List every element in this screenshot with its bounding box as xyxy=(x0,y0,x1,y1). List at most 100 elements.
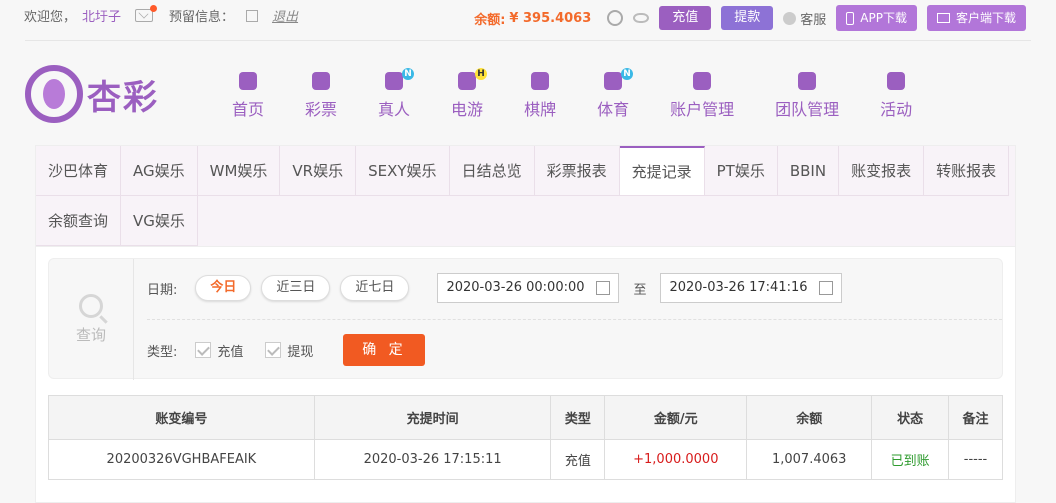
checkbox-icon xyxy=(195,342,212,358)
tab-13[interactable]: VG娱乐 xyxy=(121,196,198,246)
range-three-days[interactable]: 近三日 xyxy=(261,275,331,301)
type-label: 类型: xyxy=(147,344,178,360)
home-icon xyxy=(236,70,260,92)
search-title: 查询 xyxy=(49,259,134,380)
logo[interactable]: 杏彩 xyxy=(25,65,159,123)
tab-10[interactable]: 账变报表 xyxy=(839,146,925,196)
calendar-icon[interactable] xyxy=(819,281,834,295)
checkbox-icon xyxy=(265,342,282,358)
live-icon: N xyxy=(382,68,415,92)
tab-1[interactable]: AG娱乐 xyxy=(121,146,198,196)
tab-3[interactable]: VR娱乐 xyxy=(280,146,357,196)
column-header: 状态 xyxy=(871,395,950,440)
tab-6[interactable]: 彩票报表 xyxy=(534,146,620,196)
row-divider xyxy=(147,319,1002,320)
account-icon xyxy=(690,70,714,92)
type-row: 类型: 充值 提现 确 定 xyxy=(147,334,426,366)
username[interactable]: 北圩子 xyxy=(82,6,121,25)
recharge-button[interactable]: 充值 xyxy=(659,6,712,30)
nav-icon-shape xyxy=(531,72,550,90)
search-panel: 查询 日期: 今日 近三日 近七日 2020-03-26 00:00:00 至 … xyxy=(48,258,1003,380)
lottery-icon xyxy=(309,70,333,92)
start-date-input[interactable]: 2020-03-26 00:00:00 xyxy=(437,273,620,303)
nav-item-team[interactable]: 团队管理 xyxy=(775,70,839,120)
tab-11[interactable]: 转账报表 xyxy=(924,146,1010,196)
tab-12[interactable]: 余额查询 xyxy=(36,196,122,246)
nav-item-promo[interactable]: 活动 xyxy=(880,70,912,120)
to-label: 至 xyxy=(633,282,647,298)
end-date-input[interactable]: 2020-03-26 17:41:16 xyxy=(660,273,843,303)
nav-item-account[interactable]: 账户管理 xyxy=(670,70,734,120)
nav-icon-shape xyxy=(239,72,257,90)
notification-dot xyxy=(150,5,158,12)
nav-badge: N xyxy=(621,68,634,80)
edit-icon[interactable] xyxy=(246,9,259,22)
search-icon xyxy=(79,294,103,318)
logout-link[interactable]: 退出 xyxy=(272,6,298,25)
nav-label: 棋牌 xyxy=(524,100,557,119)
balance-value: ¥ 395.4063 xyxy=(509,10,592,26)
tab-5[interactable]: 日结总览 xyxy=(449,146,535,196)
app-download-button[interactable]: APP下载 xyxy=(836,5,917,31)
range-seven-days[interactable]: 近七日 xyxy=(340,275,410,301)
tab-4[interactable]: SEXY娱乐 xyxy=(356,146,450,196)
customer-service-link[interactable]: 客服 xyxy=(783,9,826,28)
type-withdraw-checkbox[interactable]: 提现 xyxy=(265,341,313,360)
tab-2[interactable]: WM娱乐 xyxy=(197,146,281,196)
nav-item-cards[interactable]: 棋牌 xyxy=(524,70,556,120)
divider xyxy=(25,40,1031,41)
start-date-value: 2020-03-26 00:00:00 xyxy=(446,280,585,295)
range-today[interactable]: 今日 xyxy=(195,275,252,301)
tab-7[interactable]: 充提记录 xyxy=(619,146,705,196)
nav-item-slots[interactable]: H 电游 xyxy=(451,68,488,120)
nav-icon-shape xyxy=(385,72,404,90)
mail-icon[interactable] xyxy=(135,5,158,22)
reserved-info-label: 预留信息： xyxy=(169,10,235,25)
nav-label: 真人 xyxy=(378,100,411,119)
tab-0[interactable]: 沙巴体育 xyxy=(36,146,122,196)
refresh-icon[interactable] xyxy=(607,10,624,26)
client-download-label: 客户端下载 xyxy=(955,11,1016,25)
tab-9[interactable]: BBIN xyxy=(777,146,840,196)
nav-item-sports[interactable]: N 体育 xyxy=(597,68,634,120)
account-actions: 余额: ¥ 395.4063 充值 提款 客服 APP下载 客户端下载 xyxy=(474,5,1026,31)
nav-item-live[interactable]: N 真人 xyxy=(378,68,415,120)
support-icon xyxy=(783,11,797,25)
nav-badge: H xyxy=(475,68,488,80)
table-cell: +1,000.0000 xyxy=(604,439,748,480)
content-panel: 沙巴体育 AG娱乐 WM娱乐 VR娱乐 SEXY娱乐 日结总览 彩票报表 充提记录 PT娱乐 BB… xyxy=(35,145,1016,503)
column-header: 余额 xyxy=(746,395,873,440)
nav-label: 彩票 xyxy=(305,100,338,119)
confirm-button[interactable]: 确 定 xyxy=(343,334,426,366)
slots-icon: H xyxy=(455,68,488,92)
hide-balance-icon[interactable] xyxy=(633,13,650,23)
client-download-button[interactable]: 客户端下载 xyxy=(926,5,1026,31)
table-cell: ----- xyxy=(948,439,1003,480)
nav-icon-shape xyxy=(887,72,906,90)
calendar-icon[interactable] xyxy=(596,281,611,295)
logo-emblem-icon xyxy=(25,65,83,123)
nav-icon-shape xyxy=(693,72,712,90)
column-header: 类型 xyxy=(550,395,606,440)
nav-item-lottery[interactable]: 彩票 xyxy=(305,70,337,120)
promo-icon xyxy=(884,70,908,92)
withdraw-button[interactable]: 提款 xyxy=(721,6,774,30)
logo-text: 杏彩 xyxy=(87,77,159,118)
column-header: 账变编号 xyxy=(48,395,315,440)
cards-icon xyxy=(528,70,552,92)
nav-label: 团队管理 xyxy=(775,100,840,119)
nav-label: 电游 xyxy=(451,100,484,119)
table-cell: 1,007.4063 xyxy=(746,439,873,480)
table-cell: 20200326VGHBAFEAIK xyxy=(48,439,315,480)
nav-item-home[interactable]: 首页 xyxy=(232,70,264,120)
records-table: 账变编号 充提时间 类型 金额/元 余额 状态 备注 20200326VGHBAFEAIK 2… xyxy=(48,395,1003,480)
phone-icon xyxy=(846,11,855,25)
tab-8[interactable]: PT娱乐 xyxy=(704,146,778,196)
column-header: 金额/元 xyxy=(604,395,748,440)
type-recharge-checkbox[interactable]: 充值 xyxy=(195,341,243,360)
date-row: 日期: 今日 近三日 近七日 2020-03-26 00:00:00 至 202… xyxy=(147,273,843,303)
type-withdraw-label: 提现 xyxy=(287,344,314,360)
end-date-value: 2020-03-26 17:41:16 xyxy=(669,280,808,295)
table-cell: 充值 xyxy=(550,439,606,480)
nav-label: 活动 xyxy=(880,100,913,119)
